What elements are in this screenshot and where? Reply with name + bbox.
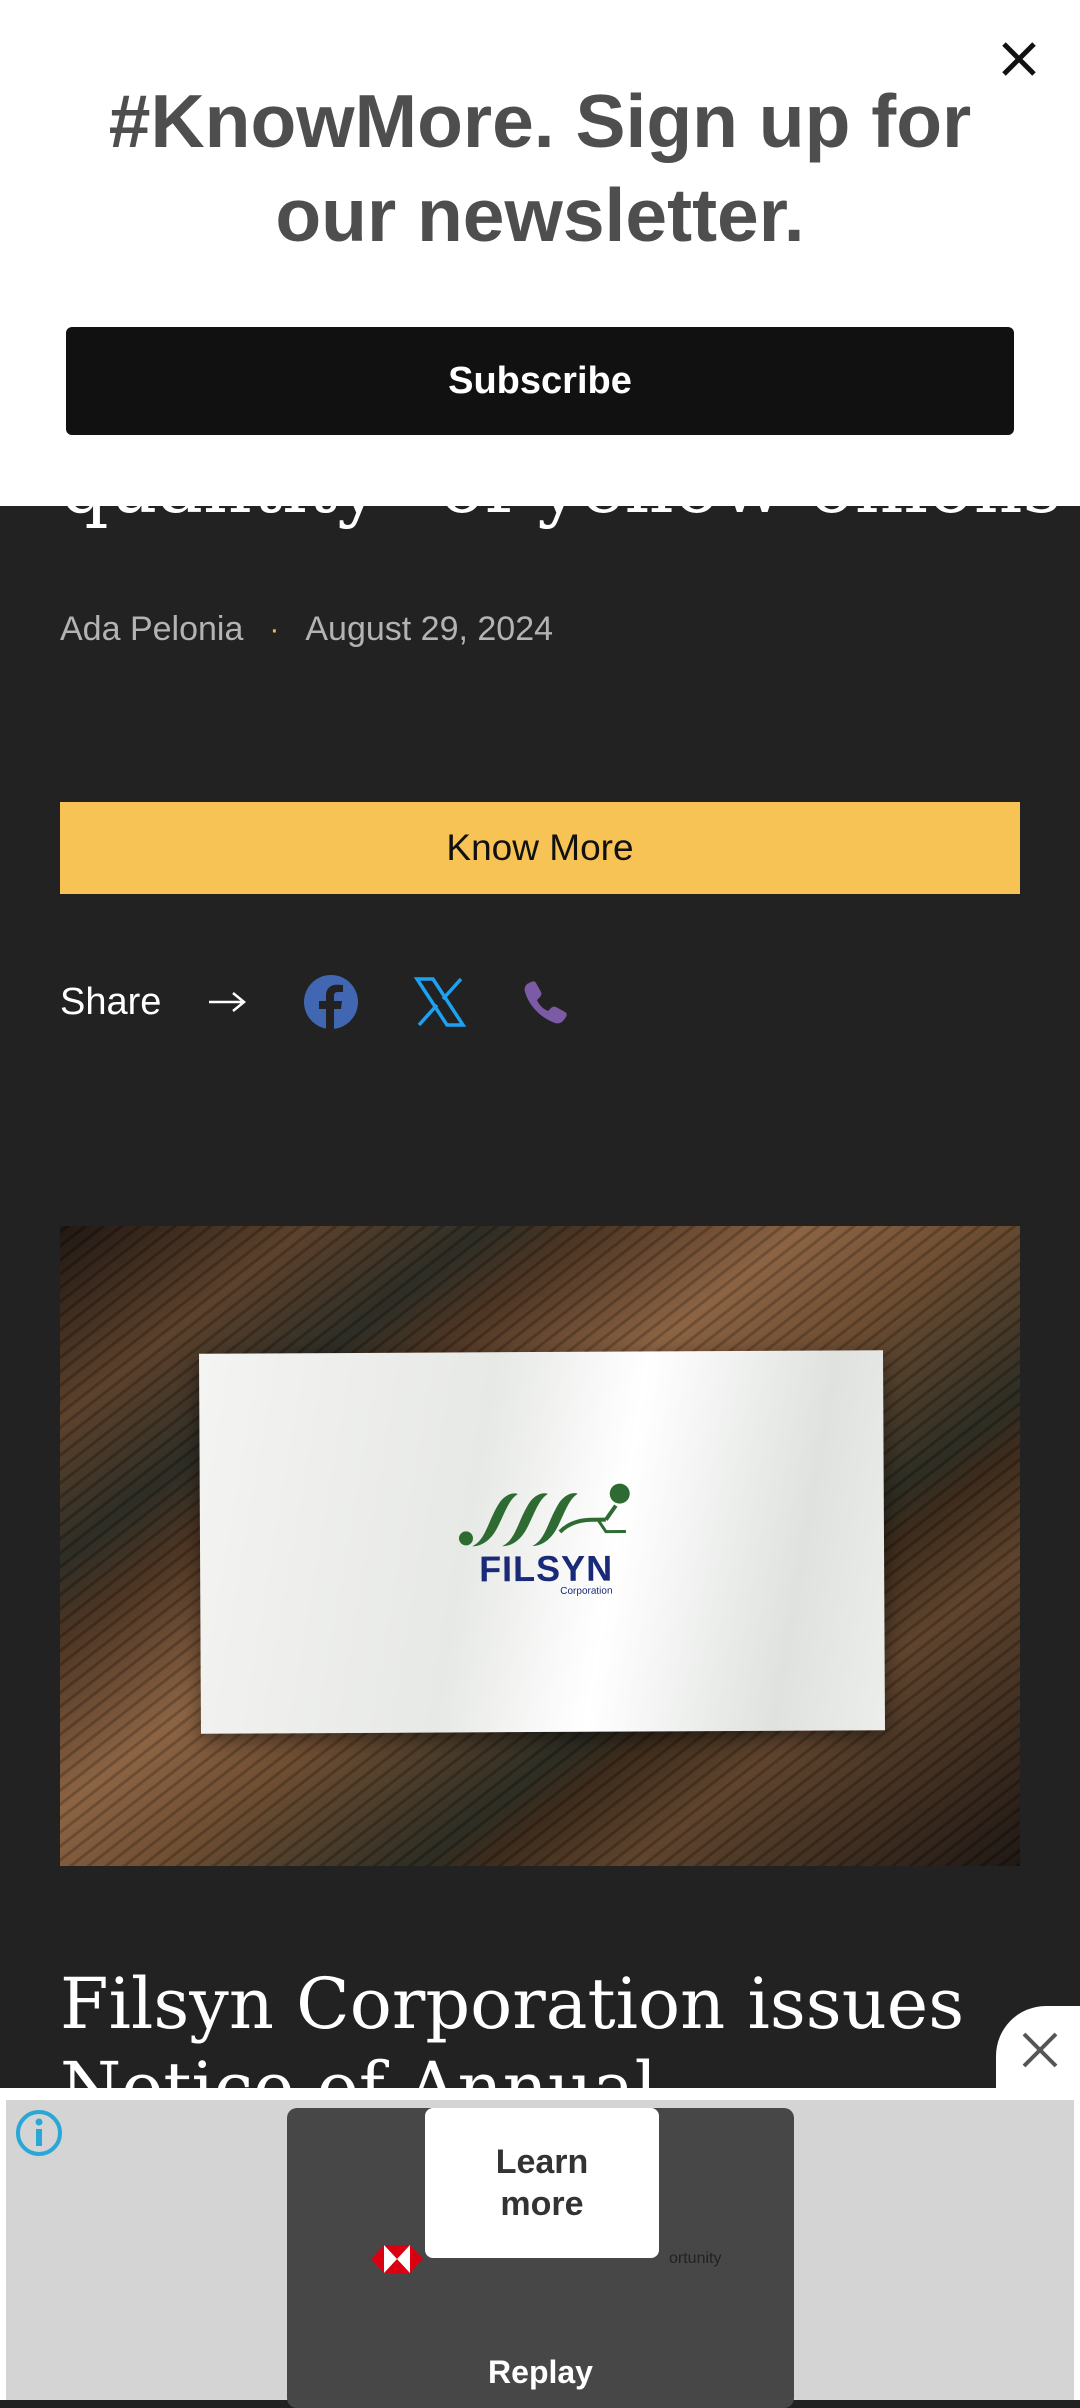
bank-logo-icon xyxy=(371,2245,423,2273)
newsletter-modal: #KnowMore. Sign up for our newsletter. S… xyxy=(0,0,1080,506)
close-icon[interactable] xyxy=(1018,2028,1062,2072)
ad-video[interactable]: ortunity Learn more Replay xyxy=(287,2108,794,2408)
ad-container: ortunity Learn more Replay xyxy=(6,2100,1074,2408)
phone-icon[interactable] xyxy=(521,978,569,1026)
info-icon[interactable] xyxy=(14,2108,64,2158)
logo-subtext: Corporation xyxy=(560,1585,613,1597)
share-row: Share xyxy=(60,962,569,1042)
know-more-button[interactable]: Know More xyxy=(60,802,1020,894)
filsyn-logo: FILSYN Corporation xyxy=(456,1480,637,1601)
byline: Ada Pelonia · August 29, 2024 xyxy=(60,610,553,649)
share-label: Share xyxy=(60,980,162,1023)
logo-wordmark: FILSYN xyxy=(479,1547,614,1590)
replay-button[interactable]: Replay xyxy=(287,2354,794,2391)
author-name[interactable]: Ada Pelonia xyxy=(60,610,243,649)
newsletter-title: #KnowMore. Sign up for our newsletter. xyxy=(108,79,972,257)
business-card: FILSYN Corporation xyxy=(199,1350,885,1734)
x-icon[interactable] xyxy=(413,975,467,1029)
arrow-right-icon xyxy=(209,992,247,1012)
ad-faint-text: ortunity xyxy=(669,2250,722,2267)
byline-separator: · xyxy=(269,612,280,646)
publish-date: August 29, 2024 xyxy=(305,610,554,648)
ad-banner: ortunity Learn more Replay xyxy=(0,2088,1080,2408)
article-hero-image[interactable]: FILSYN Corporation xyxy=(60,1226,1020,1866)
facebook-icon[interactable] xyxy=(303,974,359,1030)
filsyn-logo-mark xyxy=(458,1483,630,1547)
subscribe-button[interactable]: Subscribe xyxy=(66,327,1014,435)
learn-more-button[interactable]: Learn more xyxy=(425,2108,659,2258)
